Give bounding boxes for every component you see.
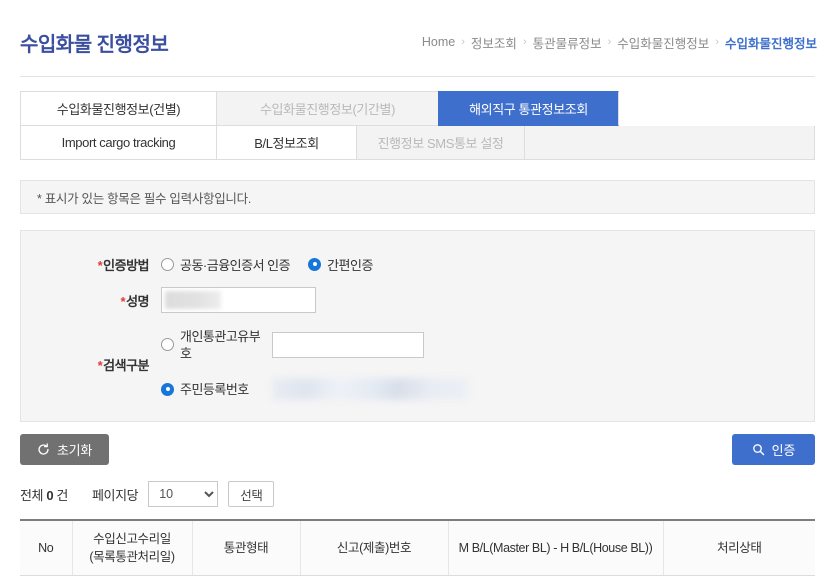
breadcrumb-item-logistics[interactable]: 통관물류정보: [533, 33, 602, 52]
radio-label-resident-registration-number[interactable]: 주민등록번호: [180, 381, 262, 398]
field-auth-method: 공동·금융인증서 인증 간편인증: [161, 255, 391, 274]
per-page-select[interactable]: 10: [148, 481, 219, 507]
tab-sms-notification-settings[interactable]: 진행정보 SMS통보 설정: [356, 126, 524, 160]
tab-row-filler: [524, 126, 815, 160]
breadcrumb-item-info[interactable]: 정보조회: [471, 33, 517, 52]
radio-label-personal-customs-code[interactable]: 개인통관고유부호: [180, 328, 262, 362]
tab-import-cargo-by-case[interactable]: 수입화물진행정보(건별): [20, 91, 216, 126]
search-icon: [752, 443, 765, 456]
reset-button[interactable]: 초기화: [20, 434, 109, 465]
column-header-clearance-date-line1: 수입신고수리일: [93, 532, 171, 546]
column-header-processing-status: 처리상태: [663, 520, 815, 576]
tab-row-primary: 수입화물진행정보(건별) 수입화물진행정보(기간별) 해외직구 통관정보조회: [20, 91, 815, 126]
header-divider: [20, 76, 815, 77]
page-root: 수입화물 진행정보 Home › 정보조회 › 통관물류정보 › 수입화물진행정…: [0, 0, 835, 584]
personal-customs-code-input[interactable]: [272, 332, 424, 358]
breadcrumb-item-current: 수입화물진행정보: [724, 36, 817, 51]
table-header-row: No 수입신고수리일 (목록통관처리일) 통관형태 신고(제출)번호 M B/L…: [20, 520, 815, 576]
breadcrumb-separator-icon: ›: [461, 36, 465, 48]
breadcrumb-item-cargo[interactable]: 수입화물진행정보: [617, 33, 709, 52]
page-title: 수입화물 진행정보: [20, 33, 169, 56]
tab-row-filler: [619, 91, 815, 126]
column-header-clearance-date: 수입신고수리일 (목록통관처리일): [72, 520, 193, 576]
total-suffix: 건: [56, 487, 68, 503]
table-body: 조회조건을 선택하십시오.: [20, 575, 815, 584]
required-asterisk: *: [97, 257, 103, 273]
radio-label-simple-auth[interactable]: 간편인증: [327, 255, 373, 274]
required-asterisk: *: [120, 293, 126, 309]
refresh-icon: [37, 443, 50, 456]
tab-import-cargo-by-period[interactable]: 수입화물진행정보(기간별): [216, 91, 438, 126]
search-type-options: 개인통관고유부호 주민등록번호: [161, 328, 468, 400]
form-row-auth-method: *인증방법 공동·금융인증서 인증 간편인증: [21, 249, 814, 279]
page-header: 수입화물 진행정보 Home › 정보조회 › 통관물류정보 › 수입화물진행정…: [0, 0, 835, 62]
results-table-container: No 수입신고수리일 (목록통관처리일) 통관형태 신고(제출)번호 M B/L…: [20, 519, 815, 584]
name-redaction-overlay: [165, 291, 221, 309]
name-input[interactable]: [161, 287, 316, 313]
breadcrumb-separator-icon: ›: [715, 36, 719, 48]
form-row-name: *성명: [21, 285, 814, 315]
search-type-option-customs-code: 개인통관고유부호: [161, 328, 468, 362]
total-prefix: 전체: [20, 487, 44, 503]
per-page-label: 페이지당: [91, 487, 139, 503]
breadcrumb-separator-icon: ›: [607, 36, 612, 48]
required-asterisk: *: [97, 357, 103, 373]
label-name: *성명: [120, 293, 150, 309]
breadcrumb-separator-icon: ›: [522, 36, 527, 48]
form-row-search-type: *검색구분 개인통관고유부호 주민등록번호: [21, 321, 814, 407]
radio-certificate-auth[interactable]: [161, 257, 174, 271]
table-empty-row: 조회조건을 선택하십시오.: [20, 575, 815, 584]
column-header-bl-number: M B/L(Master BL) - H B/L(House BL)): [448, 520, 664, 576]
tab-overseas-direct-purchase[interactable]: 해외직구 통관정보조회: [438, 91, 619, 126]
list-controls: 전체 0 건 페이지당 10 선택: [20, 481, 815, 507]
breadcrumb-item-home[interactable]: Home: [422, 35, 455, 49]
apply-per-page-button[interactable]: 선택: [228, 481, 275, 507]
column-header-declaration-number: 신고(제출)번호: [300, 520, 449, 576]
tab-import-cargo-tracking[interactable]: Import cargo tracking: [20, 126, 216, 160]
reset-button-label: 초기화: [57, 443, 92, 458]
label-auth-method: *인증방법: [97, 257, 150, 273]
resident-number-redaction-overlay[interactable]: [272, 378, 468, 400]
authenticate-button[interactable]: 인증: [731, 434, 815, 465]
column-header-clearance-type: 통관형태: [192, 520, 301, 576]
label-search-type: *검색구분: [97, 357, 150, 373]
form-actions: 초기화 인증: [20, 434, 815, 465]
column-header-clearance-date-line2: (목록통관처리일): [89, 550, 175, 564]
authenticate-button-label: 인증: [771, 443, 796, 458]
column-header-no: No: [20, 520, 73, 576]
field-name: [161, 287, 316, 313]
results-table: No 수입신고수리일 (목록통관처리일) 통관형태 신고(제출)번호 M B/L…: [20, 519, 815, 584]
breadcrumb: Home › 정보조회 › 통관물류정보 › 수입화물진행정보 › 수입화물진행…: [422, 33, 817, 52]
search-type-option-resident-number: 주민등록번호: [161, 378, 468, 400]
tab-bl-info-search[interactable]: B/L정보조회: [216, 126, 356, 160]
radio-label-certificate-auth[interactable]: 공동·금융인증서 인증: [180, 255, 291, 274]
total-count-value: 0: [46, 487, 54, 503]
tab-row-secondary: Import cargo tracking B/L정보조회 진행정보 SMS통보…: [20, 126, 815, 160]
authentication-form: *인증방법 공동·금융인증서 인증 간편인증 *성명 *검색구분 개인통관고유부…: [20, 230, 815, 422]
total-count: 전체 0 건: [20, 485, 68, 504]
tab-group: 수입화물진행정보(건별) 수입화물진행정보(기간별) 해외직구 통관정보조회 I…: [20, 91, 815, 160]
required-fields-notice: * 표시가 있는 항목은 필수 입력사항입니다.: [20, 180, 815, 214]
radio-resident-registration-number[interactable]: [161, 382, 174, 396]
radio-personal-customs-code[interactable]: [161, 337, 174, 351]
table-empty-message: 조회조건을 선택하십시오.: [20, 575, 815, 584]
radio-simple-auth[interactable]: [308, 257, 322, 271]
